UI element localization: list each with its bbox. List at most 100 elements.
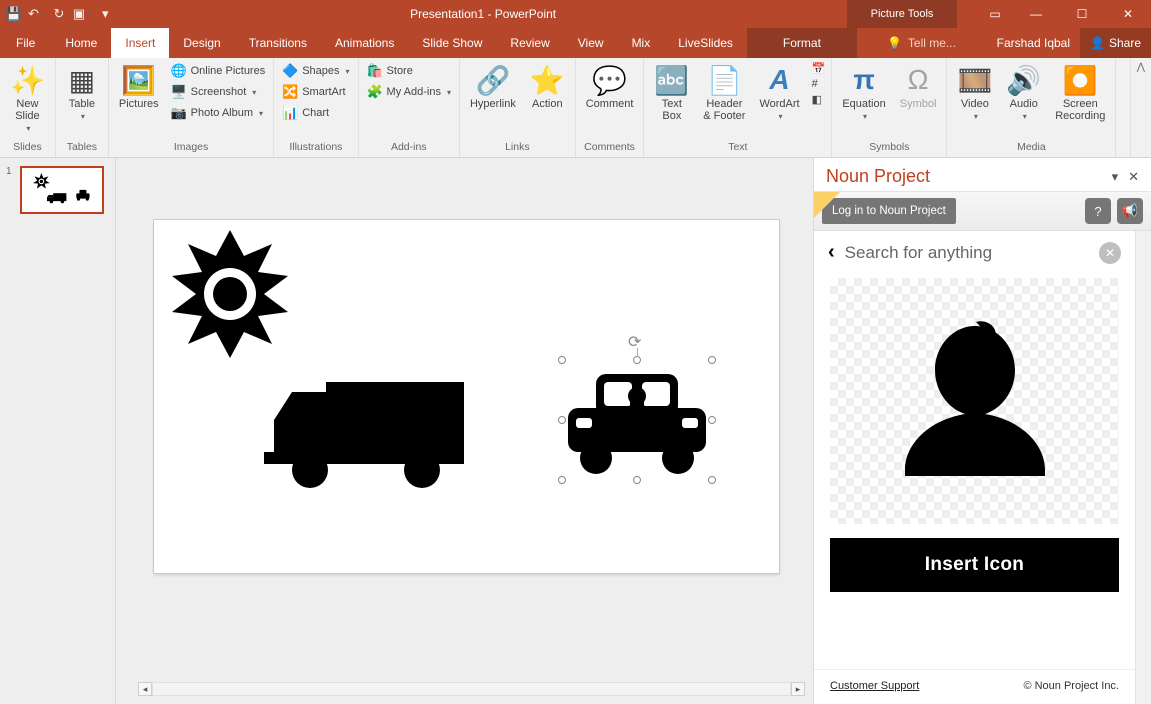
video-button[interactable]: 🎞️ Video: [953, 62, 996, 123]
table-button[interactable]: ▦ Table: [62, 62, 102, 123]
tell-me-search[interactable]: 💡 Tell me...: [877, 28, 966, 58]
group-symbols: π Equation Ω Symbol Symbols: [832, 58, 947, 157]
tab-home[interactable]: Home: [51, 28, 111, 58]
audio-button[interactable]: 🔊 Audio: [1002, 62, 1045, 123]
ribbon: ✨ New Slide Slides ▦ Table Tables 🖼️ Pic…: [0, 58, 1151, 158]
back-icon[interactable]: ‹: [828, 241, 835, 264]
comment-button[interactable]: 💬 Comment: [582, 62, 638, 112]
redo-icon[interactable]: ↻: [51, 6, 67, 22]
tab-format[interactable]: Format: [747, 28, 857, 58]
truck-shape[interactable]: [264, 368, 474, 508]
tab-transitions[interactable]: Transitions: [235, 28, 321, 58]
start-show-icon[interactable]: ▣: [73, 6, 91, 22]
smartart-button[interactable]: 🔀SmartArt: [280, 83, 351, 101]
slide-thumbnail-1[interactable]: [20, 166, 104, 214]
selection-handle[interactable]: [708, 476, 716, 484]
date-time-icon[interactable]: 📅: [812, 62, 826, 75]
my-addins-button[interactable]: 🧩My Add-ins: [365, 83, 453, 101]
selection-handle[interactable]: [558, 476, 566, 484]
collapse-ribbon-icon[interactable]: ⋀: [1130, 58, 1151, 157]
close-button[interactable]: ✕: [1105, 0, 1151, 28]
screen-recording-button[interactable]: ⏺️ Screen Recording: [1051, 62, 1109, 124]
taskpane-header: Noun Project ▾ ✕: [814, 158, 1151, 191]
horizontal-scrollbar[interactable]: ◂ ▸: [138, 682, 805, 696]
textbox-button[interactable]: 🔤 Text Box: [650, 62, 693, 124]
symbol-icon: Ω: [908, 64, 929, 96]
pictures-label: Pictures: [119, 98, 159, 110]
insert-icon-button[interactable]: Insert Icon: [830, 538, 1119, 592]
group-comments: 💬 Comment Comments: [576, 58, 645, 157]
minimize-button[interactable]: —: [1013, 0, 1059, 28]
tab-insert[interactable]: Insert: [111, 28, 169, 58]
pictures-button[interactable]: 🖼️ Pictures: [115, 62, 163, 112]
tab-liveslides[interactable]: LiveSlides: [664, 28, 747, 58]
maximize-button[interactable]: ☐: [1059, 0, 1105, 28]
car-shape-selected[interactable]: ⟳: [562, 360, 712, 480]
taskpane-vertical-scrollbar[interactable]: [1135, 231, 1151, 704]
ribbon-display-options-icon[interactable]: ▭: [977, 0, 1013, 28]
object-icon[interactable]: ◧: [812, 93, 826, 106]
selection-handle[interactable]: [558, 356, 566, 364]
table-icon: ▦: [69, 64, 95, 96]
selection-handle[interactable]: [708, 356, 716, 364]
login-button[interactable]: Log in to Noun Project: [822, 198, 956, 224]
store-button[interactable]: 🛍️Store: [365, 62, 453, 80]
online-pictures-button[interactable]: 🌐Online Pictures: [169, 62, 268, 80]
lightbulb-icon: 💡: [887, 36, 902, 50]
symbol-label: Symbol: [900, 98, 937, 110]
selection-handle[interactable]: [558, 416, 566, 424]
clear-search-icon[interactable]: ✕: [1099, 242, 1121, 264]
textbox-icon: 🔤: [654, 64, 689, 96]
tab-file[interactable]: File: [0, 28, 51, 58]
feedback-button[interactable]: 📢: [1117, 198, 1143, 224]
selection-handle[interactable]: [633, 476, 641, 484]
sun-shape[interactable]: [160, 224, 300, 364]
selection-handle[interactable]: [633, 356, 641, 364]
group-illustrations: 🔷Shapes 🔀SmartArt 📊Chart Illustrations: [274, 58, 358, 157]
wordart-button[interactable]: A WordArt: [755, 62, 803, 123]
scroll-left-icon[interactable]: ◂: [138, 682, 152, 696]
tab-review[interactable]: Review: [496, 28, 563, 58]
new-slide-button[interactable]: ✨ New Slide: [6, 62, 49, 135]
slide-number-icon[interactable]: #: [812, 78, 826, 90]
scroll-right-icon[interactable]: ▸: [791, 682, 805, 696]
thumbnail-number: 1: [6, 166, 12, 177]
tab-animations[interactable]: Animations: [321, 28, 408, 58]
share-icon: 👤: [1090, 36, 1105, 50]
equation-button[interactable]: π Equation: [838, 62, 889, 123]
workbench: 1: [0, 158, 1151, 704]
slide-canvas[interactable]: ⟳: [154, 220, 779, 573]
tab-design[interactable]: Design: [169, 28, 234, 58]
group-text-label: Text: [650, 139, 825, 157]
scroll-track[interactable]: [152, 682, 791, 696]
action-button[interactable]: ⭐ Action: [526, 62, 569, 112]
tab-slideshow[interactable]: Slide Show: [408, 28, 496, 58]
selection-handle[interactable]: [708, 416, 716, 424]
taskpane-toolbar: Log in to Noun Project ? 📢: [814, 191, 1151, 231]
hyperlink-button[interactable]: 🔗 Hyperlink: [466, 62, 520, 112]
undo-icon[interactable]: ↶: [28, 6, 45, 22]
group-comments-label: Comments: [582, 139, 638, 157]
customer-support-link[interactable]: Customer Support: [830, 680, 919, 692]
symbol-button[interactable]: Ω Symbol: [896, 62, 941, 112]
slide-edit-area[interactable]: ⟳: [116, 158, 813, 704]
action-icon: ⭐: [530, 64, 565, 96]
taskpane-menu-icon[interactable]: ▾: [1112, 169, 1119, 185]
tab-view[interactable]: View: [564, 28, 618, 58]
search-input[interactable]: [845, 243, 1089, 263]
share-button[interactable]: 👤 Share: [1080, 28, 1151, 58]
shapes-button[interactable]: 🔷Shapes: [280, 62, 351, 80]
store-icon: 🛍️: [367, 63, 383, 79]
help-button[interactable]: ?: [1085, 198, 1111, 224]
header-footer-button[interactable]: 📄 Header & Footer: [699, 62, 749, 124]
tab-mix[interactable]: Mix: [618, 28, 665, 58]
chart-button[interactable]: 📊Chart: [280, 104, 351, 122]
qat-more-icon[interactable]: ▾: [97, 6, 113, 22]
taskpane-close-icon[interactable]: ✕: [1128, 169, 1139, 185]
equation-icon: π: [853, 64, 874, 96]
account-user[interactable]: Farshad Iqbal: [987, 28, 1080, 58]
save-icon[interactable]: 💾: [6, 6, 22, 22]
screenshot-button[interactable]: 🖥️Screenshot: [169, 83, 268, 101]
photo-album-button[interactable]: 📷Photo Album: [169, 104, 268, 122]
new-slide-icon: ✨: [10, 64, 45, 96]
